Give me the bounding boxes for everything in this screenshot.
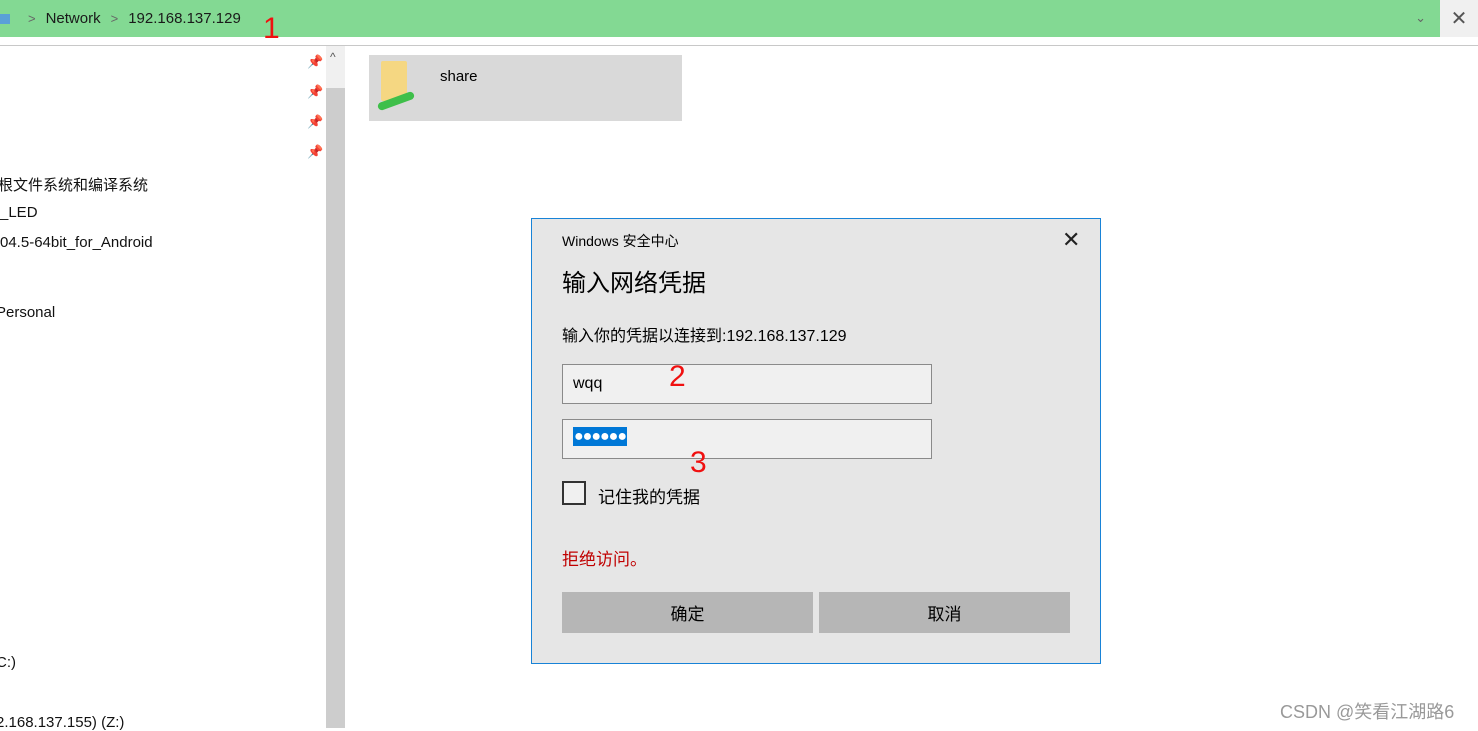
chevron-down-icon[interactable]: ⌄ [1415,10,1426,26]
annotation-2: 2 [669,360,686,393]
pin-icon[interactable]: 📌 [307,144,323,160]
breadcrumb-host[interactable]: 192.168.137.129 [128,10,241,27]
close-icon[interactable]: ✕ [1440,0,1478,37]
chevron-right-icon: > [28,11,36,26]
error-message: 拒绝访问。 [562,550,647,569]
dialog-app-title: Windows 安全中心 [562,233,679,249]
ok-button[interactable]: 确定 [562,592,813,633]
password-input[interactable]: ●●●●●● [562,419,932,459]
nav-item[interactable]: 04.5-64bit_for_Android [0,234,153,251]
pin-icon[interactable]: 📌 [307,84,323,100]
username-value: wqq [573,375,603,392]
nav-item[interactable]: C:) [0,654,16,671]
chevron-right-icon: > [110,11,119,26]
username-input[interactable]: wqq [562,364,932,404]
scrollbar-thumb[interactable] [326,88,345,728]
nav-item[interactable]: 2.168.137.155) (Z:) [0,714,124,731]
scrollbar[interactable]: ^ [326,46,345,728]
annotation-1: 1 [263,12,280,45]
navigation-pane: 📌 📌 📌 📌 根文件系统和编译系统 _LED 04.5-64bit_for_A… [0,46,326,731]
nav-item[interactable]: 根文件系统和编译系统 [0,174,148,195]
pin-icon[interactable]: 📌 [307,114,323,130]
remember-checkbox[interactable] [562,481,586,505]
breadcrumb-network[interactable]: Network [46,10,101,27]
watermark: CSDN @笑看江湖路6 [1280,702,1455,722]
share-folder-item[interactable]: share [369,55,682,121]
nav-item[interactable]: _LED [0,204,38,221]
chevron-up-icon[interactable]: ^ [330,50,336,64]
item-label: share [440,68,478,85]
cancel-button[interactable]: 取消 [819,592,1070,633]
computer-icon [0,13,10,24]
dialog-title: 输入网络凭据 [562,270,706,297]
dialog-message: 输入你的凭据以连接到:192.168.137.129 [562,328,847,345]
credentials-dialog: Windows 安全中心 ✕ 输入网络凭据 输入你的凭据以连接到:192.168… [531,218,1101,664]
close-icon[interactable]: ✕ [1062,227,1080,253]
address-bar[interactable]: > Network > 192.168.137.129 ⌄ [0,0,1440,37]
password-value: ●●●●●● [573,427,627,446]
annotation-3: 3 [690,446,707,479]
pin-icon[interactable]: 📌 [307,54,323,70]
remember-label[interactable]: 记住我的凭据 [598,483,700,508]
nav-item[interactable]: Personal [0,304,55,321]
